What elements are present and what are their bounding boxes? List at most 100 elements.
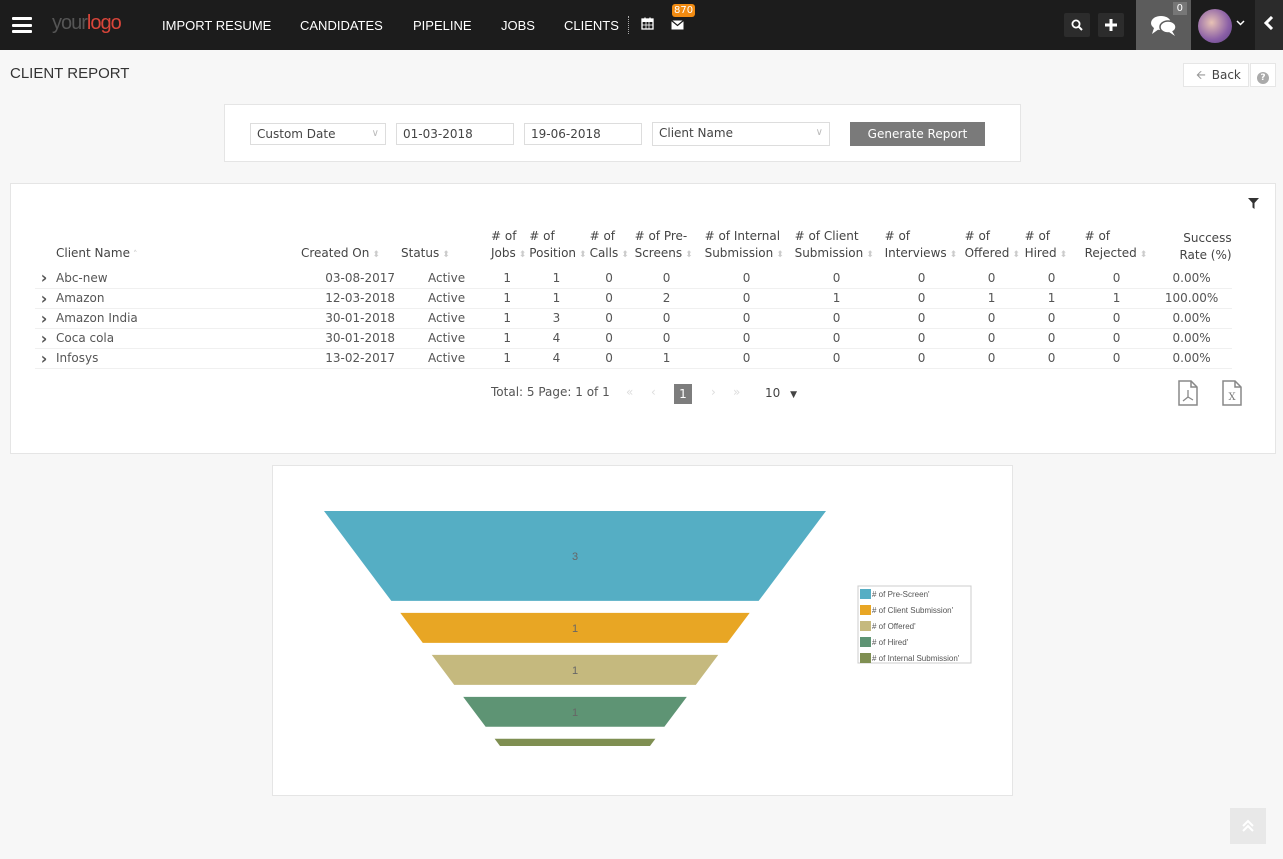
cell-offered: 0	[961, 328, 1022, 349]
sort-icon[interactable]: ⬍	[950, 250, 958, 260]
column-header-status[interactable]: Status ⬍	[398, 214, 488, 268]
sort-icon[interactable]: ⬍	[1012, 250, 1020, 260]
cell-calls: 0	[586, 288, 632, 309]
add-button[interactable]	[1098, 13, 1124, 37]
column-header-jobs[interactable]: # of Jobs ⬍	[488, 214, 526, 268]
legend-label[interactable]: # of Internal Submission'	[872, 654, 960, 663]
cell-created: 30-01-2018	[298, 308, 398, 329]
cell-jobs: 1	[488, 268, 527, 289]
cell-jobs: 1	[488, 288, 527, 309]
calendar-icon[interactable]	[641, 17, 654, 34]
chat-button[interactable]: 0	[1136, 0, 1191, 50]
column-header-label: # of Interviews	[884, 229, 947, 260]
date-range-select[interactable]: Custom Date ∨	[250, 123, 386, 145]
back-button[interactable]: 🡨 Back	[1183, 63, 1249, 87]
legend-label[interactable]: # of Offered'	[872, 622, 916, 631]
nav-jobs[interactable]: JOBS	[501, 0, 535, 50]
search-button[interactable]	[1064, 13, 1090, 37]
sort-icon[interactable]: ⬍	[1060, 250, 1068, 260]
column-header-success[interactable]: Success Rate (%)	[1152, 214, 1231, 268]
cell-success: 0.00%	[1151, 348, 1232, 369]
column-header-calls[interactable]: # of Calls ⬍	[587, 214, 632, 268]
last-page-button[interactable]: »	[733, 385, 740, 399]
expand-row-chevron-icon[interactable]: ›	[35, 288, 53, 309]
column-header-internal[interactable]: # of Internal Submission ⬍	[702, 214, 792, 268]
sort-icon[interactable]: ⬍	[621, 250, 629, 260]
nav-pipeline[interactable]: PIPELINE	[413, 0, 472, 50]
nav-import-resume[interactable]: IMPORT RESUME	[162, 0, 271, 50]
excel-export-icon[interactable]: X	[1221, 380, 1243, 406]
cell-status: Active	[398, 348, 488, 369]
from-date-input[interactable]: 01-03-2018	[396, 123, 514, 145]
expand-row-chevron-icon[interactable]: ›	[35, 308, 53, 329]
column-header-interviews[interactable]: # of Interviews ⬍	[882, 214, 962, 268]
column-header-offered[interactable]: # of Offered ⬍	[962, 214, 1022, 268]
hamburger-menu-icon[interactable]	[12, 17, 32, 33]
expand-row-chevron-icon[interactable]: ›	[35, 268, 53, 289]
table-row[interactable]: › Amazon 12-03-2018 Active 1 1 0 2 0 1 0 1 1 1 100.00%	[35, 288, 1232, 309]
user-avatar[interactable]	[1198, 9, 1232, 43]
cell-position: 4	[526, 348, 587, 369]
first-page-button[interactable]: «	[626, 385, 633, 399]
expand-row-chevron-icon[interactable]: ›	[35, 328, 53, 349]
sort-icon[interactable]: ⬍	[579, 250, 587, 260]
sort-icon[interactable]: ⬍	[372, 250, 380, 260]
sort-asc-icon[interactable]: ˄	[133, 250, 138, 260]
pdf-export-icon[interactable]	[1177, 380, 1199, 406]
nav-clients[interactable]: CLIENTS	[564, 0, 619, 50]
column-header-prescreens[interactable]: # of Pre-Screens ⬍	[632, 214, 702, 268]
nav-candidates[interactable]: CANDIDATES	[300, 0, 383, 50]
column-header-client_sub[interactable]: # of Client Submission ⬍	[792, 214, 882, 268]
envelope-icon[interactable]	[671, 19, 684, 34]
column-header-created[interactable]: Created On ⬍	[298, 214, 398, 268]
cell-prescreens: 0	[631, 268, 702, 289]
column-header-client[interactable]: Client Name ˄	[53, 214, 298, 268]
scroll-to-top-button[interactable]	[1230, 808, 1266, 844]
column-header-label: # of Calls	[589, 229, 619, 260]
sort-icon[interactable]: ⬍	[866, 250, 874, 260]
next-page-button[interactable]: ›	[711, 385, 716, 399]
column-header-hired[interactable]: # of Hired ⬍	[1022, 214, 1082, 268]
cell-rejected: 0	[1081, 308, 1152, 329]
table-row[interactable]: › Abc-new 03-08-2017 Active 1 1 0 0 0 0 0 0 0 0 0.00%	[35, 268, 1232, 289]
collapse-sidebar-button[interactable]	[1255, 0, 1283, 50]
current-page-button[interactable]: 1	[674, 384, 692, 404]
caret-down-icon: ▼	[790, 390, 798, 400]
legend-label[interactable]: # of Pre-Screen'	[872, 590, 930, 599]
expand-row-chevron-icon[interactable]: ›	[35, 348, 53, 369]
sort-icon[interactable]: ⬍	[442, 250, 450, 260]
client-name-select[interactable]: Client Name ∨	[652, 122, 830, 146]
table-row[interactable]: › Coca cola 30-01-2018 Active 1 4 0 0 0 0 0 0 0 0 0.00…	[35, 328, 1232, 349]
column-header-position[interactable]: # of Position ⬍	[526, 214, 586, 268]
cell-rejected: 0	[1081, 268, 1152, 289]
expand-column-header	[35, 214, 53, 268]
to-date-input[interactable]: 19-06-2018	[524, 123, 642, 145]
legend-label[interactable]: # of Client Submission'	[872, 606, 954, 615]
table-row[interactable]: › Infosys 13-02-2017 Active 1 4 0 1 0 0 0 0 0 0 0.00%	[35, 348, 1232, 369]
column-header-rejected[interactable]: # of Rejected ⬍	[1082, 214, 1152, 268]
cell-prescreens: 1	[631, 348, 702, 369]
legend-label[interactable]: # of Hired'	[872, 638, 909, 647]
sort-icon[interactable]: ⬍	[776, 250, 784, 260]
sort-icon[interactable]: ⬍	[1140, 250, 1148, 260]
cell-client_sub: 1	[791, 288, 882, 309]
logo[interactable]: yourlogo	[52, 12, 122, 35]
page-size-select[interactable]: 10 ▼	[761, 382, 809, 404]
cell-calls: 0	[586, 328, 632, 349]
prev-page-button[interactable]: ‹	[651, 385, 656, 399]
filter-icon[interactable]	[1248, 194, 1259, 213]
chevron-left-icon	[1263, 15, 1274, 31]
cell-prescreens: 0	[631, 328, 702, 349]
help-button[interactable]: ?	[1250, 63, 1276, 87]
sort-icon[interactable]: ⬍	[685, 250, 693, 260]
column-header-label: # of Offered	[964, 229, 1010, 260]
mail-count-badge: 870	[672, 4, 696, 17]
funnel-segment[interactable]	[494, 738, 656, 746]
chevron-down-icon[interactable]	[1236, 18, 1245, 29]
arrow-left-icon: 🡨	[1196, 68, 1206, 82]
sort-icon[interactable]: ⬍	[519, 250, 527, 260]
generate-report-button[interactable]: Generate Report	[850, 122, 985, 146]
cell-status: Active	[398, 288, 488, 309]
cell-internal: 0	[701, 348, 792, 369]
table-row[interactable]: › Amazon India 30-01-2018 Active 1 3 0 0 0 0 0 0 0 0 0…	[35, 308, 1232, 329]
